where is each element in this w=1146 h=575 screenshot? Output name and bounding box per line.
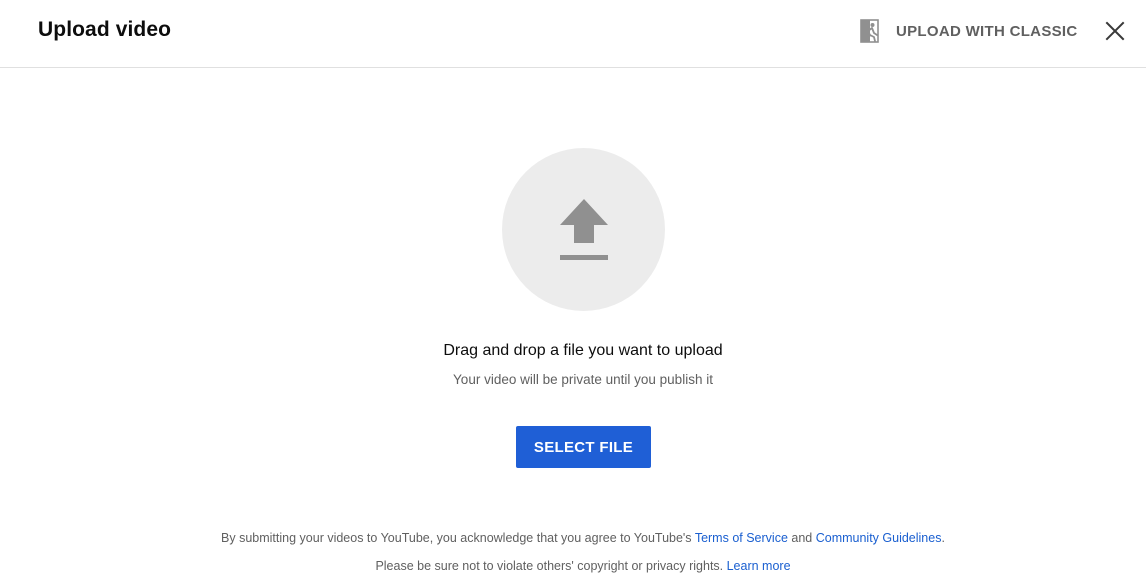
upload-arrow-icon xyxy=(559,198,608,260)
close-button[interactable] xyxy=(1100,16,1130,46)
upload-with-classic-button[interactable]: UPLOAD WITH CLASSIC xyxy=(858,12,1078,50)
copyright-notice: Please be sure not to violate others' co… xyxy=(0,559,1146,573)
upload-dialog: Upload video UPLOAD WITH CLASSIC Drag an… xyxy=(0,0,1146,575)
dialog-header: Upload video UPLOAD WITH CLASSIC xyxy=(0,0,1146,68)
terms-notice-prefix: By submitting your videos to YouTube, yo… xyxy=(221,531,695,545)
copyright-notice-text: Please be sure not to violate others' co… xyxy=(375,559,727,573)
upload-with-classic-label: UPLOAD WITH CLASSIC xyxy=(896,22,1078,40)
learn-more-link[interactable]: Learn more xyxy=(727,559,791,573)
terms-of-service-link[interactable]: Terms of Service xyxy=(695,531,788,545)
drag-drop-instruction: Drag and drop a file you want to upload xyxy=(443,342,723,359)
community-guidelines-link[interactable]: Community Guidelines xyxy=(816,531,942,545)
upload-drop-target[interactable] xyxy=(502,148,665,311)
privacy-note: Your video will be private until you pub… xyxy=(453,372,713,387)
close-icon xyxy=(1105,21,1125,41)
terms-notice-suffix: . xyxy=(941,531,945,545)
terms-notice-and: and xyxy=(787,531,816,545)
dialog-title: Upload video xyxy=(38,18,172,41)
select-file-button[interactable]: SELECT FILE xyxy=(516,426,651,468)
terms-notice: By submitting your videos to YouTube, yo… xyxy=(0,531,1146,545)
exit-person-icon xyxy=(860,19,879,43)
